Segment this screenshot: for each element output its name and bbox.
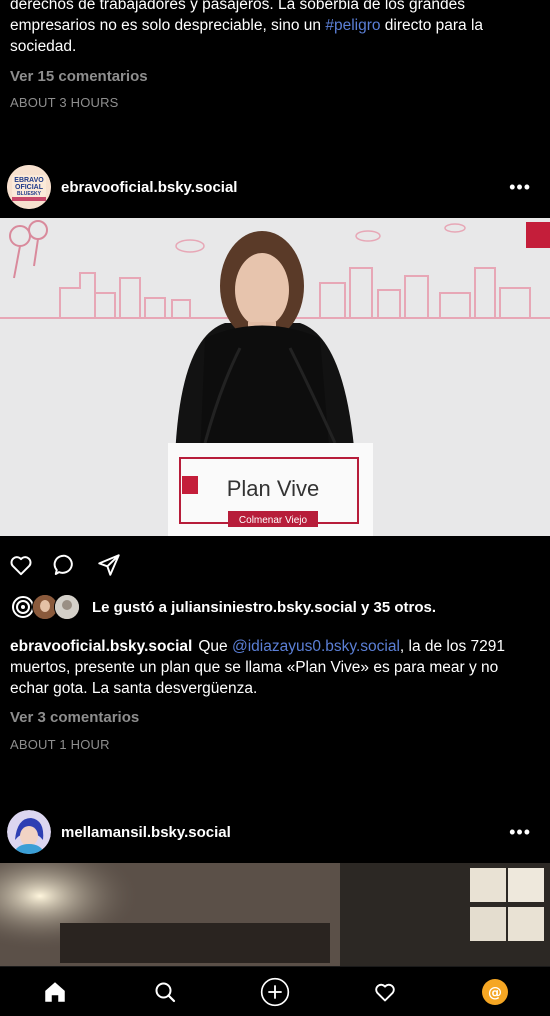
prev-post-time: ABOUT 3 HOURS bbox=[10, 95, 119, 110]
likes-row[interactable]: Le gustó a juliansiniestro.bsky.social y… bbox=[0, 590, 550, 624]
post-caption: ebravooficial.bsky.social Que @idiazayus0… bbox=[0, 636, 550, 699]
plus-circle-icon bbox=[260, 977, 290, 1006]
post-actions bbox=[0, 539, 550, 591]
post-time: ABOUT 1 HOUR bbox=[10, 737, 110, 752]
tab-profile[interactable]: @ bbox=[480, 977, 510, 1007]
heart-icon bbox=[375, 983, 395, 1001]
region-logo bbox=[526, 222, 550, 248]
likes-text: Le gustó a juliansiniestro.bsky.social y… bbox=[92, 598, 436, 616]
next-post: mellamansil.bsky.social ••• bbox=[0, 804, 550, 966]
prev-caption-line2-pre: empresarios no es solo despreciable, sin… bbox=[10, 17, 326, 34]
tab-search[interactable] bbox=[150, 977, 180, 1007]
caption-line2: muertos, presente un plan que se llama «… bbox=[10, 659, 499, 676]
prev-caption-line3: sociedad. bbox=[10, 38, 77, 55]
tab-activity[interactable] bbox=[370, 977, 400, 1007]
next-post-image[interactable] bbox=[0, 863, 550, 966]
press-conference-image: Plan Vive Colmenar Viejo bbox=[0, 218, 550, 536]
caption-line1-pre: Que bbox=[198, 638, 232, 655]
podium-subtitle: Colmenar Viejo bbox=[239, 515, 308, 526]
svg-text:@: @ bbox=[488, 985, 502, 1001]
send-icon[interactable] bbox=[96, 552, 122, 578]
caption-line3: echar gota. La santa desvergüenza. bbox=[10, 680, 258, 697]
post-header: EBRAVO OFICIAL BLUESKY ebravooficial.bsk… bbox=[0, 159, 550, 215]
avatar-text-2: OFICIAL bbox=[15, 184, 44, 191]
avatar-text-1: EBRAVO bbox=[14, 177, 44, 184]
caption-username[interactable]: ebravooficial.bsky.social bbox=[10, 638, 192, 655]
heart-icon[interactable] bbox=[8, 552, 34, 578]
feed: derechos de trabajadores y pasajeros. La… bbox=[0, 0, 550, 966]
mention-link[interactable]: @idiazayus0.bsky.social bbox=[232, 638, 400, 655]
more-options-icon[interactable]: ••• bbox=[509, 178, 531, 196]
liker-avatars bbox=[10, 594, 80, 620]
prev-post-caption: derechos de trabajadores y pasajeros. La… bbox=[0, 0, 550, 57]
bottom-tab-bar: @ bbox=[0, 966, 550, 1016]
caption-line1-post: , la de los 7291 bbox=[399, 638, 506, 655]
avatar-text-3: BLUESKY bbox=[17, 191, 42, 197]
prev-post: derechos de trabajadores y pasajeros. La… bbox=[0, 0, 550, 110]
tab-create[interactable] bbox=[260, 977, 290, 1007]
podium-title: Plan Vive bbox=[227, 476, 320, 501]
next-more-options-icon[interactable]: ••• bbox=[509, 823, 531, 841]
next-user-avatar[interactable] bbox=[7, 810, 51, 854]
search-icon bbox=[155, 982, 176, 1002]
prev-caption-line2-post: directo para la bbox=[380, 17, 484, 34]
hashtag-link[interactable]: #peligro bbox=[325, 17, 380, 34]
prev-view-comments-link[interactable]: Ver 15 comentarios bbox=[0, 68, 550, 85]
comment-icon[interactable] bbox=[52, 552, 78, 578]
prev-caption-line1: derechos de trabajadores y pasajeros. La… bbox=[10, 0, 465, 13]
next-post-username[interactable]: mellamansil.bsky.social bbox=[61, 824, 231, 841]
at-icon: @ bbox=[482, 978, 508, 1005]
next-post-header: mellamansil.bsky.social ••• bbox=[0, 804, 550, 860]
post-image[interactable]: Plan Vive Colmenar Viejo bbox=[0, 218, 550, 536]
home-icon bbox=[45, 981, 65, 1002]
tab-home[interactable] bbox=[40, 977, 70, 1007]
post: EBRAVO OFICIAL BLUESKY ebravooficial.bsk… bbox=[0, 159, 550, 752]
view-comments-link[interactable]: Ver 3 comentarios bbox=[0, 709, 550, 726]
liker-avatar-3 bbox=[54, 594, 80, 620]
post-username[interactable]: ebravooficial.bsky.social bbox=[61, 179, 237, 196]
user-avatar[interactable]: EBRAVO OFICIAL BLUESKY bbox=[7, 165, 51, 209]
